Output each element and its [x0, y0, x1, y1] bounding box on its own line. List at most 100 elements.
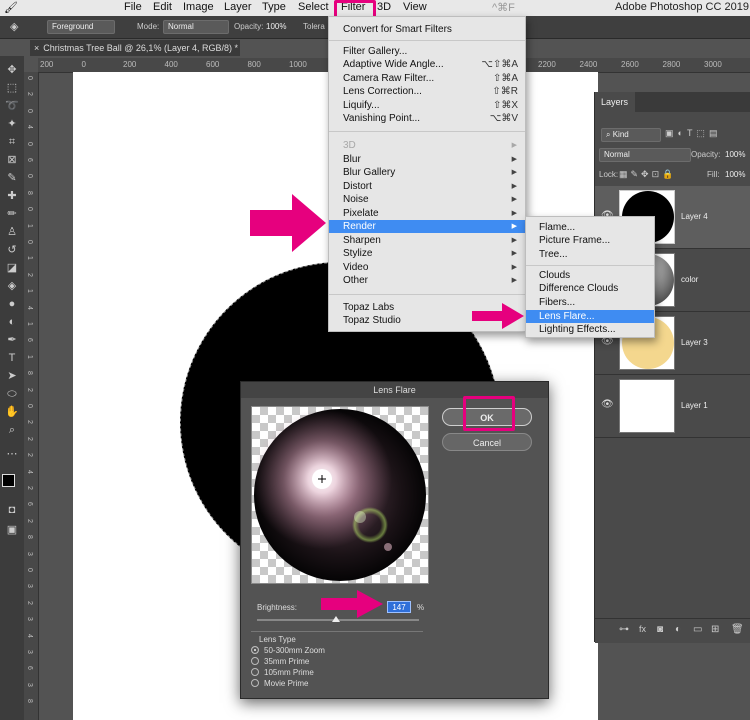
ruler-tick-label: 8	[26, 190, 33, 195]
pen-tool-icon[interactable]: ✒	[4, 332, 20, 348]
mask-icon[interactable]: ◙	[657, 624, 663, 635]
lock-icons[interactable]: ▦✎✥⊡🔒	[619, 169, 676, 180]
close-tab-icon[interactable]: ×	[34, 43, 39, 53]
radio-50-300mm-zoom[interactable]: 50-300mm Zoom	[251, 646, 325, 655]
ruler-tick-label: 4	[26, 125, 33, 130]
zoom-tool-icon[interactable]: ⌕	[4, 422, 20, 438]
menu-item-stylize[interactable]: Stylize ▶	[329, 247, 525, 260]
menu-item-noise[interactable]: Noise ▶	[329, 193, 525, 206]
layer-row[interactable]: 👁 Layer 1	[595, 375, 750, 438]
flare-preview[interactable]	[251, 406, 429, 584]
fill-value[interactable]: 100%	[725, 170, 745, 179]
screen-mode-icon[interactable]: ▣	[4, 522, 20, 538]
submenu-item-picture-frame[interactable]: Picture Frame...	[526, 234, 654, 247]
ruler-tick-label: 4	[26, 633, 33, 638]
more-tools-icon[interactable]: ⋯	[4, 446, 20, 462]
lens-flare-dialog: Lens Flare OK Cancel Brightness: 147 % L…	[240, 381, 549, 699]
menu-item-vanishing-point[interactable]: Vanishing Point... ⌥⌘V	[329, 112, 525, 125]
paint-bucket-icon[interactable]: ◈	[10, 20, 18, 33]
shape-tool-icon[interactable]: ⬭	[4, 386, 20, 402]
ruler-tick-label: 0	[26, 568, 33, 572]
menu-item-render[interactable]: Render ▶	[329, 220, 525, 233]
radio-105mm-prime[interactable]: 105mm Prime	[251, 668, 314, 677]
submenu-item-tree[interactable]: Tree...	[526, 248, 654, 261]
ruler-tick-label: 8	[26, 371, 33, 376]
radio-35mm-prime[interactable]: 35mm Prime	[251, 657, 309, 666]
eyedropper-tool-icon[interactable]: ✎	[4, 170, 20, 186]
menu-item-adaptive-wide-angle[interactable]: Adaptive Wide Angle... ⌥⇧⌘A	[329, 58, 525, 71]
submenu-item-lighting-effects[interactable]: Lighting Effects...	[526, 323, 654, 336]
submenu-item-difference-clouds[interactable]: Difference Clouds	[526, 282, 654, 295]
menu-item-other[interactable]: Other ▶	[329, 274, 525, 287]
menu-file[interactable]: File	[124, 1, 142, 13]
menu-item-filter-gallery[interactable]: Filter Gallery...	[329, 45, 525, 58]
frame-tool-icon[interactable]: ⊠	[4, 152, 20, 168]
last-filter-shortcut: ^⌘F	[492, 2, 515, 14]
menu-item-distort[interactable]: Distort ▶	[329, 180, 525, 193]
dodge-tool-icon[interactable]: ◐	[4, 314, 20, 330]
menu-edit[interactable]: Edit	[153, 1, 172, 13]
quick-mask-icon[interactable]: ◘	[4, 502, 20, 518]
type-tool-icon[interactable]: T	[4, 350, 20, 366]
mode-select[interactable]: Normal	[163, 20, 229, 34]
menu-item-sharpen[interactable]: Sharpen ▶	[329, 234, 525, 247]
menu-item-pixelate[interactable]: Pixelate ▶	[329, 207, 525, 220]
menu-type[interactable]: Type	[262, 1, 286, 13]
magic-wand-tool-icon[interactable]: ✦	[4, 116, 20, 132]
brightness-slider[interactable]	[257, 616, 419, 622]
path-selection-tool-icon[interactable]: ➤	[4, 368, 20, 384]
fill-source-select[interactable]: Foreground	[47, 20, 115, 34]
history-brush-tool-icon[interactable]: ↺	[4, 242, 20, 258]
tab-layers[interactable]: Layers	[595, 92, 635, 112]
new-layer-icon[interactable]: ⊞	[711, 624, 719, 635]
layer-filter-select[interactable]: ⌕ Kind	[601, 128, 661, 142]
layer-filter-icons[interactable]: ▣◐T⬚▤	[665, 128, 721, 139]
paint-bucket-tool-icon[interactable]: ◈	[4, 278, 20, 294]
menu-item-lens-correction[interactable]: Lens Correction... ⇧⌘R	[329, 85, 525, 98]
menu-item-convert-smart-filters[interactable]: Convert for Smart Filters	[329, 23, 525, 36]
adjustment-icon[interactable]: ◐	[675, 624, 681, 635]
ruler-tick-label: 2	[26, 387, 33, 392]
menu-view[interactable]: View	[403, 1, 427, 13]
submenu-item-fibers[interactable]: Fibers...	[526, 296, 654, 309]
blur-tool-icon[interactable]: ●	[4, 296, 20, 312]
lasso-tool-icon[interactable]: ➰	[4, 98, 20, 114]
layer-opacity-value[interactable]: 100%	[725, 150, 745, 159]
brush-tool-icon[interactable]: ✏	[4, 206, 20, 222]
healing-brush-tool-icon[interactable]: ✚	[4, 188, 20, 204]
brightness-input[interactable]: 147	[387, 601, 411, 613]
menu-item-blur[interactable]: Blur ▶	[329, 153, 525, 166]
link-icon[interactable]: ⊶	[619, 624, 629, 635]
ruler-tick-label: 1	[26, 256, 33, 261]
radio-movie-prime[interactable]: Movie Prime	[251, 679, 308, 688]
menu-item-blur-gallery[interactable]: Blur Gallery ▶	[329, 166, 525, 179]
blend-mode-select[interactable]: Normal	[599, 148, 691, 162]
submenu-item-clouds[interactable]: Clouds	[526, 269, 654, 282]
foreground-color-swatch[interactable]	[2, 474, 15, 487]
menu-item-liquify[interactable]: Liquify... ⇧⌘X	[329, 99, 525, 112]
ruler-tick-label: 1	[26, 289, 33, 294]
group-icon[interactable]: ▭	[693, 624, 702, 635]
document-tab[interactable]: × Christmas Tree Ball @ 26,1% (Layer 4, R…	[30, 40, 240, 56]
fx-icon[interactable]: fx	[639, 624, 646, 634]
brightness-label: Brightness:	[257, 603, 298, 612]
menu-item-camera-raw-filter[interactable]: Camera Raw Filter... ⇧⌘A	[329, 72, 525, 85]
stamp-tool-icon[interactable]: ♙	[4, 224, 20, 240]
eye-icon[interactable]: 👁	[601, 399, 614, 410]
move-tool-icon[interactable]: ✥	[4, 62, 20, 78]
menu-3d[interactable]: 3D	[377, 1, 391, 13]
eraser-tool-icon[interactable]: ◪	[4, 260, 20, 276]
menu-image[interactable]: Image	[183, 1, 214, 13]
opacity-value[interactable]: 100%	[266, 22, 286, 31]
menu-layer[interactable]: Layer	[224, 1, 252, 13]
trash-icon[interactable]: 🗑	[731, 624, 744, 635]
menu-select[interactable]: Select	[298, 1, 329, 13]
marquee-tool-icon[interactable]: ⬚	[4, 80, 20, 96]
submenu-item-flame[interactable]: Flame...	[526, 221, 654, 234]
crop-tool-icon[interactable]: ⌗	[4, 134, 20, 150]
brush-tool-icon[interactable]: 🖌	[4, 1, 18, 14]
menu-item-video[interactable]: Video ▶	[329, 261, 525, 274]
cancel-button[interactable]: Cancel	[442, 433, 532, 451]
submenu-item-lens-flare[interactable]: Lens Flare...	[526, 310, 654, 323]
hand-tool-icon[interactable]: ✋	[4, 404, 20, 420]
